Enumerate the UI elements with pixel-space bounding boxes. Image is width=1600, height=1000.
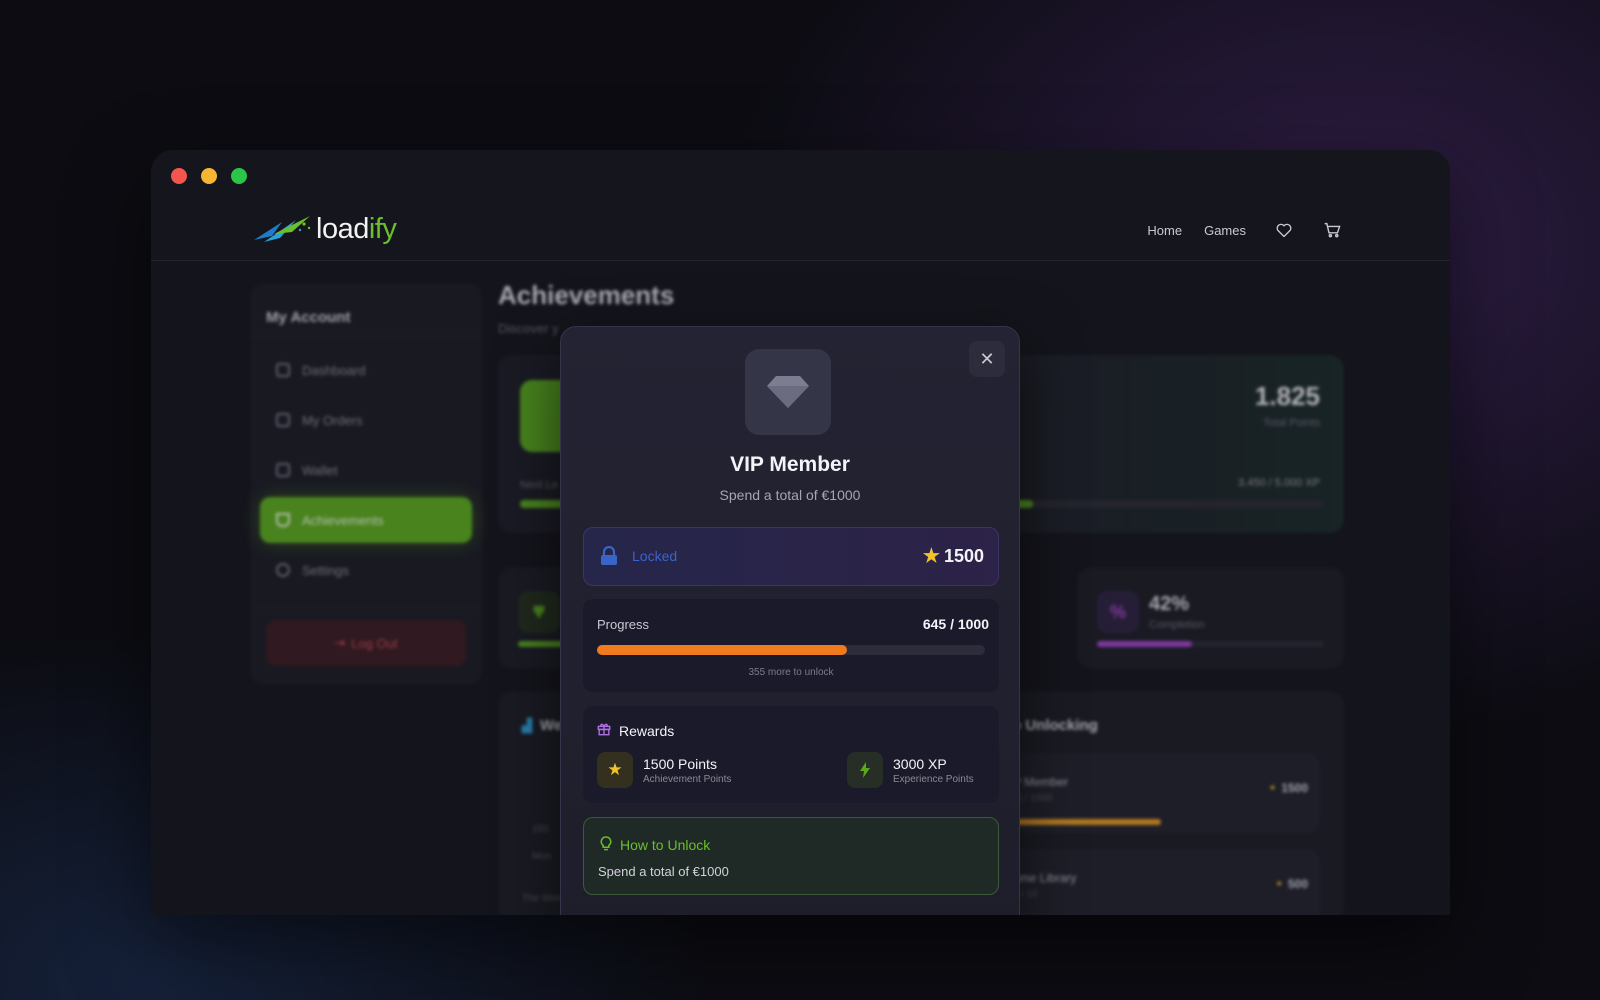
progress-label: Progress (597, 617, 650, 632)
reward-name: 1500 Points (643, 755, 717, 772)
logout-icon: ⇥ (334, 635, 346, 650)
item-points: 1500 (1270, 781, 1308, 795)
sidebar-item-dashboard[interactable]: Dashboard (260, 347, 472, 393)
item-name: ame Library (1013, 871, 1077, 885)
list-item[interactable]: P Member % / 1000 1500 (1001, 753, 1320, 833)
achievement-subtitle: Spend a total of €1000 (719, 487, 861, 503)
next-level-label: Next Le (520, 479, 558, 491)
weekly-title: ▟ We (522, 717, 562, 734)
progress-bar (597, 645, 985, 655)
rewards-header: Rewards (597, 722, 674, 739)
brand-name: loadify (316, 212, 397, 245)
how-to-unlock-text: Spend a total of €1000 (598, 864, 729, 879)
chart-tick-label: 150 (532, 824, 549, 835)
sidebar-item-label: Settings (302, 562, 349, 578)
progress-section: Progress 645 / 1000 355 more to unlock (583, 599, 999, 692)
nav-games-link[interactable]: Games (1204, 223, 1246, 238)
item-name: P Member (1013, 775, 1069, 789)
reward-sub: Achievement Points (643, 773, 732, 785)
maximize-window-button[interactable] (231, 168, 247, 184)
nav-links: Home Games (1147, 220, 1342, 240)
rewards-title: Rewards (619, 722, 675, 739)
heart-icon[interactable] (1274, 220, 1294, 240)
xp-value: 3.450 / 5.000 XP (1238, 477, 1320, 489)
sidebar-divider (250, 605, 482, 606)
item-progress (1001, 819, 1161, 825)
item-points: 500 (1277, 877, 1308, 891)
cart-icon[interactable] (1322, 220, 1342, 240)
diamond-icon (745, 349, 831, 435)
brand-logo[interactable]: loadify (252, 212, 397, 246)
star-icon: ★ (597, 752, 633, 788)
lightbulb-icon (600, 836, 612, 854)
sidebar-item-label: My Orders (302, 412, 363, 428)
total-points-label: Total Points (1263, 417, 1320, 429)
status-badge: Locked ★ 1500 (583, 527, 999, 586)
gift-icon (597, 722, 611, 739)
window-titlebar (151, 150, 1450, 202)
receipt-icon (276, 413, 290, 427)
sidebar-title: My Account (266, 309, 351, 326)
star-icon: ★ (922, 546, 940, 567)
reward-item-xp: 3000 XP Experience Points (847, 752, 974, 788)
nav-home-link[interactable]: Home (1147, 223, 1182, 238)
wallet-icon (276, 463, 290, 477)
how-to-unlock-section: How to Unlock Spend a total of €1000 (583, 817, 999, 895)
achievement-title: VIP Member (730, 453, 850, 476)
achievement-modal: ✕ VIP Member Spend a total of €1000 Lock… (560, 326, 1020, 915)
total-points-value: 1.825 (1254, 381, 1320, 411)
stat-card-completion: % 42% Completion (1077, 567, 1344, 669)
completion-label: Completion (1149, 619, 1205, 631)
reward-points: ★ 1500 (923, 545, 984, 568)
account-sidebar: My Account Dashboard My Orders Wallet Ac… (250, 283, 482, 685)
weekly-title-text: We (540, 717, 563, 734)
status-text: Locked (632, 548, 678, 564)
trophy-icon (276, 513, 290, 527)
reward-item-points: ★ 1500 Points Achievement Points (597, 752, 731, 788)
minimize-window-button[interactable] (201, 168, 217, 184)
logout-label: Log Out (351, 635, 398, 651)
progress-value: 645 / 1000 (922, 616, 989, 632)
lock-icon (600, 545, 618, 571)
sidebar-item-my-orders[interactable]: My Orders (260, 397, 472, 443)
reward-points-value: 1500 (943, 546, 984, 566)
sidebar-item-label: Dashboard (302, 362, 366, 378)
sidebar-item-label: Wallet (302, 462, 338, 478)
sidebar-divider (250, 337, 482, 338)
chart-icon: ▟ (522, 717, 532, 733)
reward-sub: Experience Points (893, 773, 974, 785)
chart-tick-label: Mon (532, 851, 552, 862)
completion-value: 42% (1149, 593, 1190, 615)
close-window-button[interactable] (171, 168, 187, 184)
close-to-unlocking-title: to Unlocking (1007, 717, 1098, 734)
logo-icon (254, 216, 311, 242)
close-icon[interactable]: ✕ (969, 341, 1005, 377)
percent-icon: % (1097, 591, 1139, 633)
app-window: loadify Home Games My Account Dashboard … (151, 150, 1450, 915)
progress-fill (597, 645, 848, 655)
list-item[interactable]: ame Library s / 10 500 (1001, 849, 1320, 915)
sidebar-item-wallet[interactable]: Wallet (260, 447, 472, 493)
how-to-unlock-header: How to Unlock (600, 836, 710, 854)
gear-icon (276, 563, 290, 577)
page-title: Achievements (498, 280, 675, 310)
rewards-section: Rewards ★ 1500 Points Achievement Points… (583, 706, 999, 803)
sidebar-item-settings[interactable]: Settings (260, 547, 472, 593)
logout-button[interactable]: ⇥ Log Out (266, 620, 466, 666)
completion-progress-bar (1097, 641, 1324, 647)
reward-name: 3000 XP (893, 755, 947, 772)
sidebar-item-label: Achievements (302, 512, 384, 528)
progress-note: 355 more to unlock (748, 667, 834, 678)
completion-progress-fill (1097, 641, 1193, 647)
weekly-footer: The Wee (522, 893, 563, 904)
grid-icon (276, 363, 290, 377)
page-subtitle: Discover y (498, 321, 559, 336)
sidebar-item-achievements[interactable]: Achievements (260, 497, 472, 543)
top-navigation: loadify Home Games (151, 202, 1450, 261)
how-to-unlock-title: How to Unlock (620, 837, 711, 853)
trophy-icon (518, 591, 560, 633)
close-to-unlocking-card: to Unlocking P Member % / 1000 1500 ame … (1001, 691, 1344, 915)
bolt-icon (847, 752, 883, 788)
